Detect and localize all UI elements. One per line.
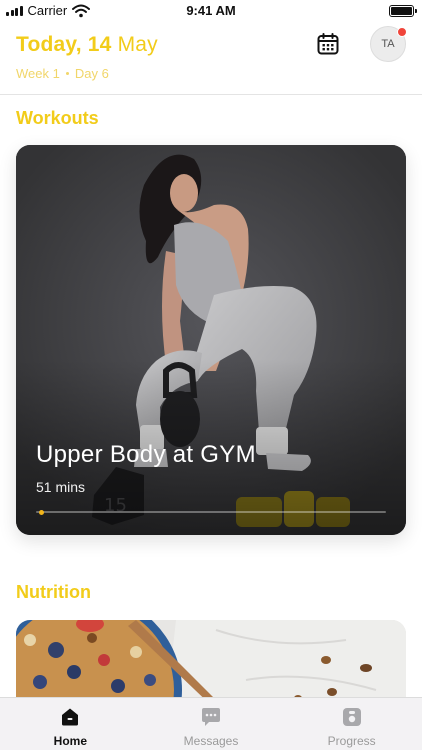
duration-unit: mins <box>55 479 86 495</box>
nutrition-section-title: Nutrition <box>16 582 91 602</box>
status-bar: Carrier 9:41 AM <box>0 0 422 22</box>
tab-home-label: Home <box>53 734 87 748</box>
avatar-initials: TA <box>381 38 395 50</box>
workout-card[interactable]: 15 Upper Body at GYM 51 mins <box>16 145 406 535</box>
date-day: Today, 14 <box>16 33 112 56</box>
week-label: Week 1 <box>16 66 60 81</box>
notification-badge <box>397 27 407 37</box>
date-title: Today, 14 May <box>16 33 158 57</box>
day-label: Day 6 <box>74 66 109 81</box>
tab-home[interactable]: Home <box>0 698 141 750</box>
tab-progress[interactable]: Progress <box>281 698 422 750</box>
tab-progress-label: Progress <box>327 734 376 748</box>
battery-icon <box>389 5 417 17</box>
workout-duration: 51 mins <box>36 479 85 495</box>
separator-dot <box>65 72 69 75</box>
home-icon <box>62 708 79 726</box>
workout-photo: 15 <box>16 145 406 535</box>
header: Today, 14 May Week 1 Day 6 TA <box>0 22 422 95</box>
status-time: 9:41 AM <box>186 3 236 18</box>
tab-messages-label: Messages <box>183 734 239 748</box>
date-month: May <box>117 33 158 56</box>
workout-title: Upper Body at GYM <box>36 441 256 468</box>
tab-bar: Home Messages Progress <box>0 697 422 750</box>
workout-progress-track <box>36 511 386 513</box>
week-day-line: Week 1 Day 6 <box>16 66 109 81</box>
messages-icon <box>202 708 220 726</box>
progress-icon <box>342 708 361 726</box>
workout-progress-indicator <box>38 510 44 515</box>
tab-messages[interactable]: Messages <box>141 698 282 750</box>
workouts-section-title: Workouts <box>16 108 99 128</box>
duration-value: 51 <box>36 479 52 495</box>
calendar-icon[interactable] <box>316 32 340 56</box>
